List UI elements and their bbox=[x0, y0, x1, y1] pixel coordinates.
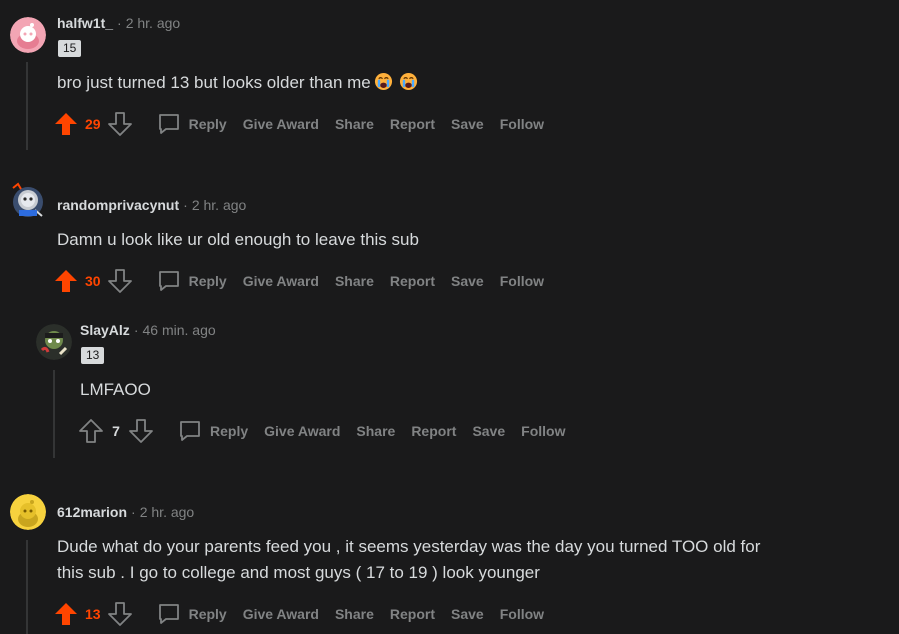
username[interactable]: SlayAlz bbox=[80, 322, 130, 338]
follow-button[interactable]: Follow bbox=[500, 606, 544, 622]
downvote-icon[interactable] bbox=[128, 418, 154, 444]
comment-body: Dude what do your parents feed you , it … bbox=[57, 534, 760, 586]
upvote-filled-icon[interactable] bbox=[53, 111, 79, 137]
chat-bubble-icon bbox=[158, 604, 179, 624]
thread-line[interactable] bbox=[26, 62, 28, 150]
crying-emoji-icon bbox=[399, 72, 417, 91]
follow-button[interactable]: Follow bbox=[500, 273, 544, 289]
share-button[interactable]: Share bbox=[335, 273, 374, 289]
save-button[interactable]: Save bbox=[472, 423, 505, 439]
vote-score: 13 bbox=[85, 606, 101, 622]
report-button[interactable]: Report bbox=[390, 116, 435, 132]
separator: · bbox=[131, 504, 136, 520]
upvote-icon[interactable] bbox=[78, 418, 104, 444]
user-avatar[interactable] bbox=[10, 17, 46, 53]
reply-button[interactable]: Reply bbox=[178, 419, 248, 443]
share-button[interactable]: Share bbox=[335, 116, 374, 132]
reply-button[interactable]: Reply bbox=[157, 602, 227, 626]
give-award-button[interactable]: Give Award bbox=[264, 423, 340, 439]
user-avatar[interactable] bbox=[10, 494, 46, 530]
comment-text-line: Dude what do your parents feed you , it … bbox=[57, 537, 761, 556]
save-button[interactable]: Save bbox=[451, 606, 484, 622]
chat-bubble-icon bbox=[158, 271, 179, 291]
share-button[interactable]: Share bbox=[335, 606, 374, 622]
give-award-button[interactable]: Give Award bbox=[243, 116, 319, 132]
comment-meta: 612marion · 2 hr. ago bbox=[57, 504, 194, 520]
comment-text: bro just turned 13 but looks older than … bbox=[57, 73, 371, 92]
save-button[interactable]: Save bbox=[451, 116, 484, 132]
username[interactable]: randomprivacynut bbox=[57, 197, 179, 213]
downvote-icon[interactable] bbox=[107, 268, 133, 294]
comment-actions: 30 Reply Give Award Share Report Save Fo… bbox=[53, 267, 544, 295]
username[interactable]: halfw1t_ bbox=[57, 15, 113, 31]
comment-612marion: 612marion · 2 hr. ago Dude what do your pa… bbox=[0, 485, 899, 634]
user-flair: 15 bbox=[58, 40, 82, 57]
vote-score: 29 bbox=[85, 116, 101, 132]
comment-text-line: this sub . I go to college and most guys… bbox=[57, 563, 540, 582]
comment-body: LMFAOO bbox=[80, 380, 151, 399]
user-avatar[interactable] bbox=[9, 180, 47, 220]
comment-meta: randomprivacynut · 2 hr. ago bbox=[57, 197, 246, 213]
separator: · bbox=[117, 15, 122, 31]
comment-meta: SlayAlz · 46 min. ago bbox=[80, 322, 216, 338]
reply-button[interactable]: Reply bbox=[157, 112, 227, 136]
vote-controls: 30 bbox=[53, 268, 133, 294]
vote-controls: 7 bbox=[78, 418, 154, 444]
reply-label: Reply bbox=[188, 116, 227, 132]
comment-randomprivacynut: randomprivacynut · 2 hr. ago Damn u look l… bbox=[0, 170, 899, 300]
user-avatar[interactable] bbox=[36, 324, 72, 360]
username[interactable]: 612marion bbox=[57, 504, 127, 520]
comment-body: Damn u look like ur old enough to leave … bbox=[57, 230, 419, 249]
downvote-icon[interactable] bbox=[107, 601, 133, 627]
separator: · bbox=[183, 197, 188, 213]
comment-actions: 13 Reply Give Award Share Report Save Fo… bbox=[53, 600, 544, 628]
vote-controls: 13 bbox=[53, 601, 133, 627]
give-award-button[interactable]: Give Award bbox=[243, 606, 319, 622]
report-button[interactable]: Report bbox=[390, 273, 435, 289]
vote-score: 30 bbox=[85, 273, 101, 289]
save-button[interactable]: Save bbox=[451, 273, 484, 289]
timestamp[interactable]: 46 min. ago bbox=[142, 322, 215, 338]
report-button[interactable]: Report bbox=[390, 606, 435, 622]
user-flair: 13 bbox=[81, 347, 105, 364]
follow-button[interactable]: Follow bbox=[500, 116, 544, 132]
timestamp[interactable]: 2 hr. ago bbox=[140, 504, 195, 520]
comment-slayalz: SlayAlz · 46 min. ago 13 LMFAOO 7 Reply Gi… bbox=[0, 315, 899, 465]
comment-halfw1t: halfw1t_ · 2 hr. ago 15 bro just turned 13… bbox=[0, 0, 899, 160]
chat-bubble-icon bbox=[158, 114, 179, 134]
reply-label: Reply bbox=[188, 273, 227, 289]
reply-label: Reply bbox=[210, 423, 249, 439]
thread-line[interactable] bbox=[53, 370, 55, 458]
thread-line[interactable] bbox=[26, 540, 28, 634]
comment-meta: halfw1t_ · 2 hr. ago bbox=[57, 15, 180, 31]
separator: · bbox=[133, 322, 139, 338]
chat-bubble-icon bbox=[180, 421, 200, 441]
upvote-filled-icon[interactable] bbox=[53, 601, 79, 627]
comment-actions: 7 Reply Give Award Share Report Save Fol… bbox=[78, 417, 565, 445]
timestamp[interactable]: 2 hr. ago bbox=[192, 197, 247, 213]
crying-emoji-icon bbox=[374, 72, 392, 91]
reply-button[interactable]: Reply bbox=[157, 269, 227, 293]
give-award-button[interactable]: Give Award bbox=[243, 273, 319, 289]
reply-label: Reply bbox=[188, 606, 227, 622]
share-button[interactable]: Share bbox=[356, 423, 395, 439]
downvote-icon[interactable] bbox=[107, 111, 133, 137]
report-button[interactable]: Report bbox=[411, 423, 456, 439]
follow-button[interactable]: Follow bbox=[521, 423, 565, 439]
comment-actions: 29 Reply Give Award Share Report Save Fo… bbox=[53, 110, 544, 138]
upvote-filled-icon[interactable] bbox=[53, 268, 79, 294]
vote-score: 7 bbox=[112, 423, 120, 439]
timestamp[interactable]: 2 hr. ago bbox=[126, 15, 181, 31]
comment-body: bro just turned 13 but looks older than … bbox=[57, 70, 418, 96]
vote-controls: 29 bbox=[53, 111, 133, 137]
